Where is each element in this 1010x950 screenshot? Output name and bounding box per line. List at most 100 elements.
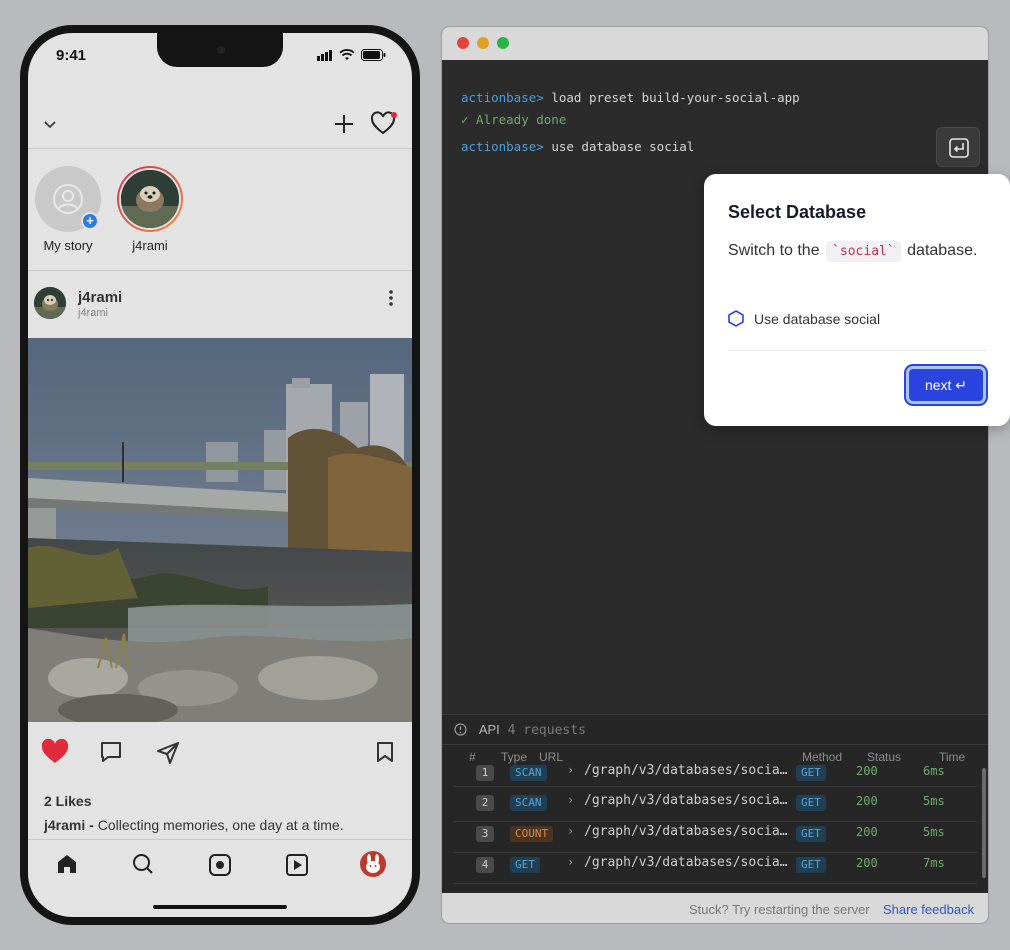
chevron-right-icon[interactable]: › xyxy=(567,855,574,869)
caption-text: Collecting memories, one day at a time. xyxy=(93,817,344,833)
story-j4rami[interactable]: j4rami xyxy=(110,166,190,253)
popover-description: Switch to the `social` database. xyxy=(728,241,977,262)
hexagon-step-icon xyxy=(728,310,744,327)
api-row[interactable]: 2 SCAN › /graph/v3/databases/socia… GET … xyxy=(454,791,977,822)
wifi-icon xyxy=(339,49,355,60)
col-url: URL xyxy=(539,750,564,764)
row-status: 200 xyxy=(856,825,878,839)
row-index: 1 xyxy=(476,765,494,781)
row-method: GET xyxy=(796,795,826,811)
row-type-badge: COUNT xyxy=(510,826,554,842)
comment-icon[interactable] xyxy=(100,741,122,763)
next-button[interactable]: next ↵ xyxy=(906,366,986,404)
row-time: 6ms xyxy=(923,764,945,778)
terminal-result: ✓ Already done xyxy=(461,112,567,127)
row-url: /graph/v3/databases/socia… xyxy=(584,855,788,870)
story-ring xyxy=(117,166,183,232)
api-title: API xyxy=(478,722,500,737)
add-story-plus-icon[interactable]: + xyxy=(81,212,99,230)
like-heart-icon[interactable] xyxy=(41,739,69,765)
story-name: My story xyxy=(43,238,93,253)
battery-icon xyxy=(361,49,386,61)
api-scrollbar[interactable] xyxy=(982,768,986,878)
row-time: 5ms xyxy=(923,794,945,808)
app-topbar xyxy=(28,107,412,147)
minimize-window-icon[interactable] xyxy=(477,37,489,49)
post-handle: j4rami xyxy=(78,307,108,319)
terminal-line: actionbase> load preset build-your-socia… xyxy=(461,90,800,105)
row-method: GET xyxy=(796,857,826,873)
terminal-line: actionbase> use database social xyxy=(461,139,694,154)
row-time: 5ms xyxy=(923,825,945,839)
signal-icon xyxy=(317,49,332,61)
share-send-icon[interactable] xyxy=(156,741,180,765)
window-footer: Stuck? Try restarting the server Share f… xyxy=(442,893,988,923)
enter-button[interactable] xyxy=(936,127,980,167)
profile-avatar[interactable] xyxy=(360,851,386,877)
bookmark-icon[interactable] xyxy=(376,741,394,763)
col-method: Method xyxy=(802,750,843,764)
info-circle-icon xyxy=(454,723,467,736)
post-photo[interactable] xyxy=(28,338,412,722)
camera-record-icon[interactable] xyxy=(208,853,232,877)
row-method: GET xyxy=(796,826,826,842)
post-header: j4rami j4rami xyxy=(28,285,412,325)
story-name: j4rami xyxy=(132,238,168,253)
api-panel: API 4 requests # Type URL Method Status … xyxy=(442,714,988,891)
popover-step-label: Use database social xyxy=(754,310,881,327)
post-avatar[interactable] xyxy=(34,287,66,319)
row-url: /graph/v3/databases/socia… xyxy=(584,763,788,778)
reels-play-icon[interactable] xyxy=(285,853,309,877)
chevron-down-icon[interactable] xyxy=(44,121,56,129)
terminal-line: ✓ Already done xyxy=(461,112,566,127)
chevron-right-icon[interactable]: › xyxy=(567,824,574,838)
terminal-prompt: actionbase> xyxy=(461,90,544,105)
more-options-icon[interactable] xyxy=(388,289,394,307)
row-index: 4 xyxy=(476,857,494,873)
api-row[interactable]: 1 SCAN › /graph/v3/databases/socia… GET … xyxy=(454,763,977,787)
search-icon[interactable] xyxy=(132,853,154,875)
popover-step: Use database social xyxy=(728,310,880,327)
row-index: 3 xyxy=(476,826,494,842)
topbar-divider xyxy=(28,148,412,149)
phone-screen: 9:41 + My story j4rami j4rami j4rami 2 L… xyxy=(28,33,412,917)
chevron-right-icon[interactable]: › xyxy=(567,793,574,807)
row-index: 2 xyxy=(476,795,494,811)
bottom-tabbar xyxy=(28,841,412,901)
chevron-right-icon[interactable]: › xyxy=(567,763,574,777)
my-story-avatar: + xyxy=(35,166,101,232)
post-username[interactable]: j4rami xyxy=(78,289,122,306)
row-status: 200 xyxy=(856,794,878,808)
popover-title: Select Database xyxy=(728,202,867,222)
close-window-icon[interactable] xyxy=(457,37,469,49)
enter-key-icon xyxy=(949,138,969,158)
tabbar-divider xyxy=(28,839,412,840)
tutorial-popover: Select Database Switch to the `social` d… xyxy=(704,174,1010,426)
share-feedback-link[interactable]: Share feedback xyxy=(883,902,974,917)
row-type-badge: GET xyxy=(510,857,540,873)
col-time: Time xyxy=(939,750,966,764)
api-row[interactable]: 4 GET › /graph/v3/databases/socia… GET 2… xyxy=(454,853,977,884)
footer-hint: Stuck? Try restarting the server xyxy=(689,902,870,917)
likes-count: 2 Likes xyxy=(44,793,92,809)
j4rami-avatar xyxy=(119,168,181,230)
status-icons xyxy=(317,49,386,61)
add-post-icon[interactable] xyxy=(334,114,354,134)
row-time: 7ms xyxy=(923,856,945,870)
api-panel-header[interactable]: API 4 requests xyxy=(454,722,586,738)
user-placeholder-icon xyxy=(53,184,83,214)
row-status: 200 xyxy=(856,764,878,778)
stories-divider xyxy=(28,270,412,271)
post-caption: j4rami - Collecting memories, one day at… xyxy=(44,817,344,833)
story-my-story[interactable]: + My story xyxy=(28,166,108,253)
home-icon[interactable] xyxy=(56,853,78,875)
api-row[interactable]: 3 COUNT › /graph/v3/databases/socia… GET… xyxy=(454,822,977,853)
caption-username[interactable]: j4rami - xyxy=(44,817,94,833)
maximize-window-icon[interactable] xyxy=(497,37,509,49)
home-indicator xyxy=(153,905,287,909)
heart-notifications-icon[interactable] xyxy=(371,111,399,137)
phone-frame: 9:41 + My story j4rami j4rami j4rami 2 L… xyxy=(20,25,420,925)
row-status: 200 xyxy=(856,856,878,870)
col-index: # xyxy=(469,750,476,764)
terminal-command: use database social xyxy=(543,139,695,154)
